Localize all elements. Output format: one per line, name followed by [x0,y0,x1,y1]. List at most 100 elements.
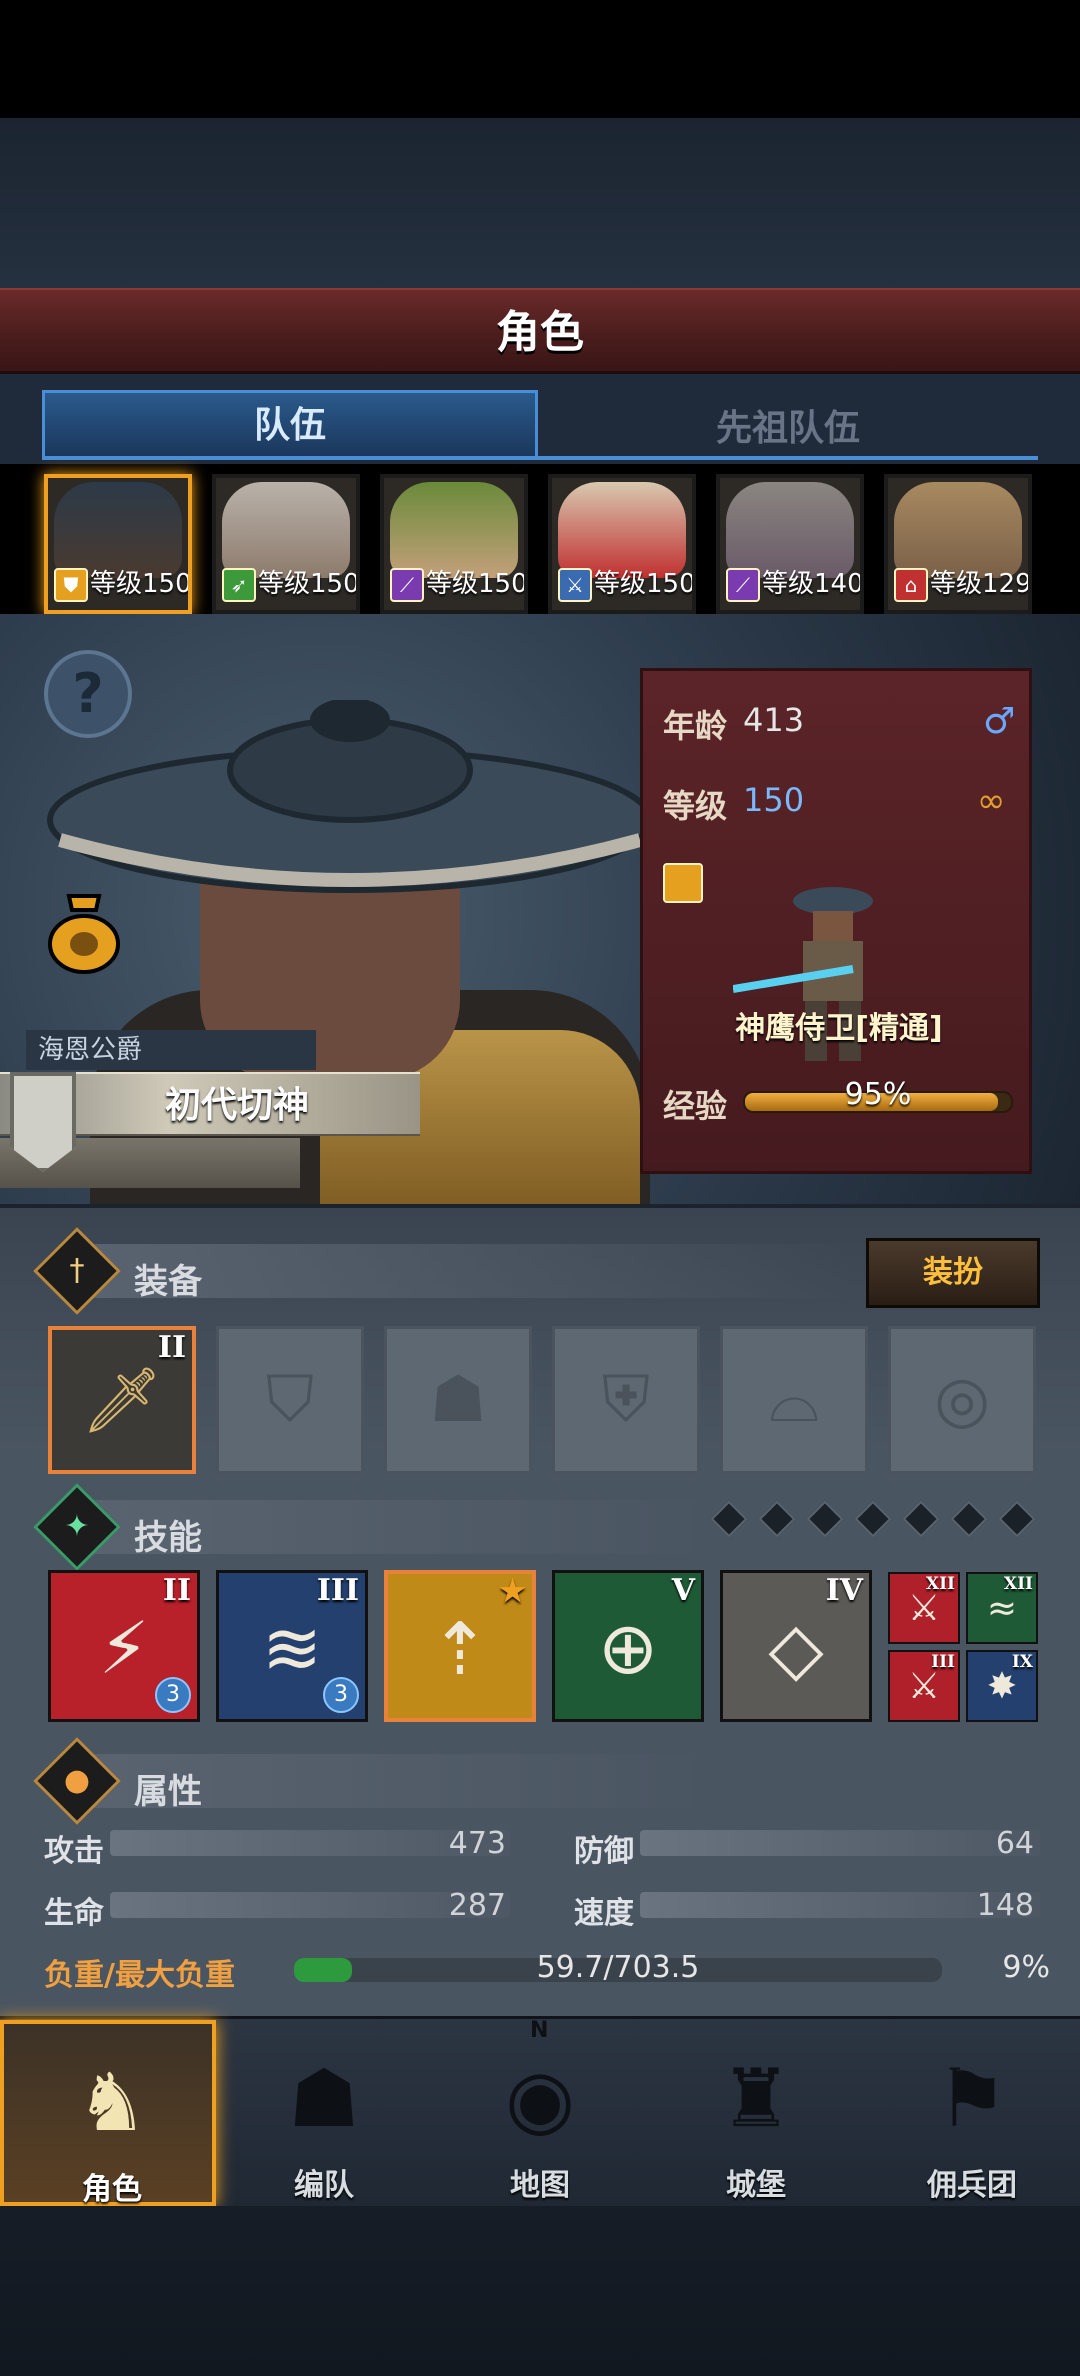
attributes-title: 属性 [134,1772,202,1812]
portrait-2[interactable]: ➶ 等级150 [212,474,360,614]
skill-1[interactable]: ⚡ II 3 [48,1570,200,1722]
shield-icon: ⛉ [266,1363,314,1437]
level-label: 等级 [663,787,728,825]
hp-label: 生命 [44,1896,104,1931]
top-backdrop [0,118,1080,288]
portrait-level: 等级150 [426,569,528,599]
skill-rank: III [316,1573,359,1608]
hero-figure [733,887,873,1061]
equip-slot-boots[interactable]: ⌓ [720,1326,868,1474]
equip-rank: II [157,1330,186,1365]
tab-underline [42,456,1038,460]
age-value: 413 [743,701,805,739]
ring-icon: ◎ [934,1363,990,1437]
bow-icon: ➶ [222,568,256,602]
load-value: 59.7/703.5 [536,1950,700,1985]
nav-mercenary[interactable]: ⚑ 佣兵团 [864,2020,1080,2206]
shield-star-icon: ⛊ [54,568,88,602]
banner-icon: ⚑ [936,2052,1008,2145]
skill-rank: V [671,1573,695,1608]
nav-label: 城堡 [726,2168,786,2203]
knight-icon: ♞ [76,2056,148,2149]
defense-value: 64 [995,1826,1034,1861]
tab-team-label: 队伍 [253,405,326,446]
compass-north-letter: N [530,2018,549,2043]
hero-info-panel: 年龄 413 ♂ 等级 150 ∞ 神鹰侍卫[精通] 经验 95% [640,668,1032,1174]
portrait-level: 等级150 [258,569,360,599]
hp-value: 287 [448,1888,506,1923]
star-icon: ★ [499,1574,526,1609]
portrait-3[interactable]: ⟋ 等级150 [380,474,528,614]
portrait-6[interactable]: ⌂ 等级129 [884,474,1032,614]
attack-value: 473 [448,1826,506,1861]
ring-icon[interactable]: ∞ [977,781,1005,821]
portrait-level: 等级150 [594,569,696,599]
speed-value: 148 [976,1888,1034,1923]
skill-2[interactable]: ≋ III 3 [216,1570,368,1722]
age-label: 年龄 [663,707,728,745]
page-header: 角色 [0,288,1080,374]
portrait-level: 等级150 [90,569,192,599]
equip-slot-armor[interactable]: ⛨ [552,1326,700,1474]
skill-rank: XII [1003,1574,1033,1594]
passive-skill-2[interactable]: ≈ XII [966,1572,1038,1644]
tab-ancestor-label: 先祖队伍 [715,408,860,449]
skill-rank: XII [925,1574,955,1594]
exp-value: 95% [844,1077,912,1112]
speed-label: 速度 [574,1896,634,1931]
nav-castle[interactable]: ♜ 城堡 [648,2020,864,2206]
skill-rank: IX [1011,1652,1033,1672]
compass-icon: ◉ [505,2052,575,2145]
portrait-5[interactable]: ⟋ 等级140 [716,474,864,614]
equip-slot-shield[interactable]: ⛉ [216,1326,364,1474]
skill-rank: III [931,1652,955,1672]
tab-ancestor-team[interactable]: 先祖队伍 [538,398,1038,460]
skills-title: 技能 [134,1518,202,1558]
nav-character[interactable]: ♞ 角色 [0,2020,216,2207]
castle-icon: ♜ [720,2052,792,2145]
staff-icon: ⟋ [726,568,760,602]
dagger-icon: † [69,1253,85,1288]
help-button[interactable]: ? [44,650,132,738]
equip-slot-ring[interactable]: ◎ [888,1326,1036,1474]
attack-label: 攻击 [44,1834,104,1869]
nav-label: 地图 [510,2168,570,2203]
skill-5[interactable]: ◇ IV [720,1570,872,1722]
load-label: 负重/最大负重 [44,1958,235,1993]
armor-icon: ⛨ [602,1363,650,1437]
exp-label: 经验 [663,1087,728,1125]
skill-rank: II [162,1573,191,1608]
passive-skill-1[interactable]: ⚔ XII [888,1572,960,1644]
page-title: 角色 [496,307,584,358]
equip-slot-weapon[interactable]: 🗡 II [48,1326,196,1474]
passive-skill-4[interactable]: ✸ IX [966,1650,1038,1722]
person-icon: ● [63,1763,91,1798]
nav-formation[interactable]: ☗ 编队 [216,2020,432,2206]
defense-label: 防御 [574,1834,634,1869]
nav-map[interactable]: ◉ N 地图 [432,2018,648,2206]
outfit-button[interactable]: 装扮 [866,1238,1040,1308]
skill-3[interactable]: ⇡ ★ [384,1570,536,1722]
hero-title-tag: 海恩公爵 [26,1030,316,1070]
male-icon: ♂ [983,701,1016,742]
sword-icon: ⚔ [558,568,592,602]
status-bar-area [0,0,1080,118]
tab-team[interactable]: 队伍 [42,390,538,460]
star-icon: ✦ [64,1509,90,1544]
portrait-4[interactable]: ⚔ 等级150 [548,474,696,614]
load-percent: 9% [1002,1950,1050,1985]
skill-rank: IV [825,1573,863,1608]
portrait-level: 等级140 [762,569,864,599]
portrait-1[interactable]: ⛊ 等级150 [44,474,192,614]
level-value: 150 [743,781,805,819]
helmet-icon: ☗ [288,2052,360,2145]
equipment-title: 装备 [134,1262,202,1302]
skill-4[interactable]: ⊕ V [552,1570,704,1722]
bottom-backdrop [0,2206,1080,2376]
bag-icon[interactable] [44,886,124,976]
nav-label: 佣兵团 [927,2168,1017,2203]
passive-skill-3[interactable]: ⚔ III [888,1650,960,1722]
helmet-icon: ☗ [429,1363,487,1437]
skill-level-badge: 3 [323,1677,359,1713]
equip-slot-helmet[interactable]: ☗ [384,1326,532,1474]
